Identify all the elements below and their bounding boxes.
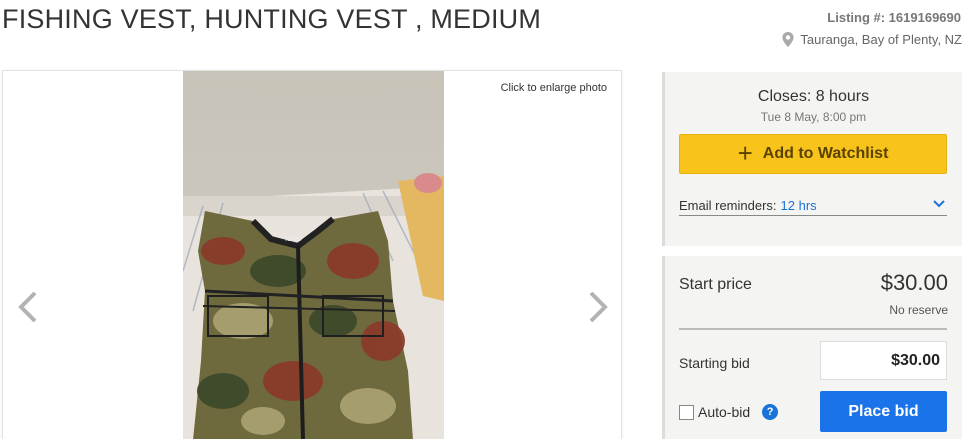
start-price-label: Start price bbox=[679, 276, 752, 293]
place-bid-button[interactable]: Place bid bbox=[820, 391, 947, 432]
chevron-left-icon[interactable] bbox=[15, 289, 41, 325]
email-reminders-value: 12 hrs bbox=[780, 198, 817, 213]
reserve-status: No reserve bbox=[889, 303, 948, 317]
closes-date: Tue 8 May, 8:00 pm bbox=[760, 110, 867, 124]
email-reminders-label: Email reminders: bbox=[679, 198, 777, 213]
email-reminders-dropdown[interactable]: Email reminders: 12 hrs bbox=[679, 196, 947, 216]
enlarge-photo-link[interactable]: Click to enlarge photo bbox=[501, 82, 607, 94]
help-icon[interactable]: ? bbox=[762, 404, 779, 420]
chevron-down-icon bbox=[933, 200, 945, 208]
chevron-right-icon[interactable] bbox=[585, 289, 611, 325]
watch-panel: Closes: 8 hours Tue 8 May, 8:00 pm + Add… bbox=[662, 72, 962, 246]
location-pin-icon bbox=[782, 32, 794, 47]
vest-photo-image: ISKG bbox=[183, 71, 444, 439]
closes-text: Closes: 8 hours bbox=[757, 88, 870, 105]
photo-gallery: ISKG Click to enlarge photo bbox=[2, 70, 622, 439]
location-text: Tauranga, Bay of Plenty, NZ bbox=[800, 32, 962, 47]
starting-bid-label: Starting bid bbox=[679, 355, 750, 371]
location: Tauranga, Bay of Plenty, NZ bbox=[782, 32, 962, 47]
divider bbox=[679, 328, 947, 330]
autobid-option: Auto-bid ? bbox=[679, 404, 779, 420]
bid-amount-input[interactable] bbox=[820, 341, 947, 380]
vest-brand-text: ISKG bbox=[285, 236, 302, 243]
add-to-watchlist-button[interactable]: + Add to Watchlist bbox=[679, 134, 947, 174]
start-price-value: $30.00 bbox=[880, 270, 948, 295]
listing-title: FISHING VEST, HUNTING VEST , MEDIUM bbox=[2, 4, 542, 34]
autobid-label: Auto-bid bbox=[698, 404, 751, 420]
autobid-checkbox[interactable] bbox=[679, 404, 694, 420]
listing-number: Listing #: 1619169690 bbox=[827, 10, 961, 25]
bid-panel: Start price $30.00 No reserve Starting b… bbox=[662, 256, 962, 439]
add-to-watchlist-label: Add to Watchlist bbox=[762, 145, 889, 162]
main-photo[interactable]: ISKG bbox=[183, 71, 444, 439]
plus-icon: + bbox=[737, 137, 753, 168]
